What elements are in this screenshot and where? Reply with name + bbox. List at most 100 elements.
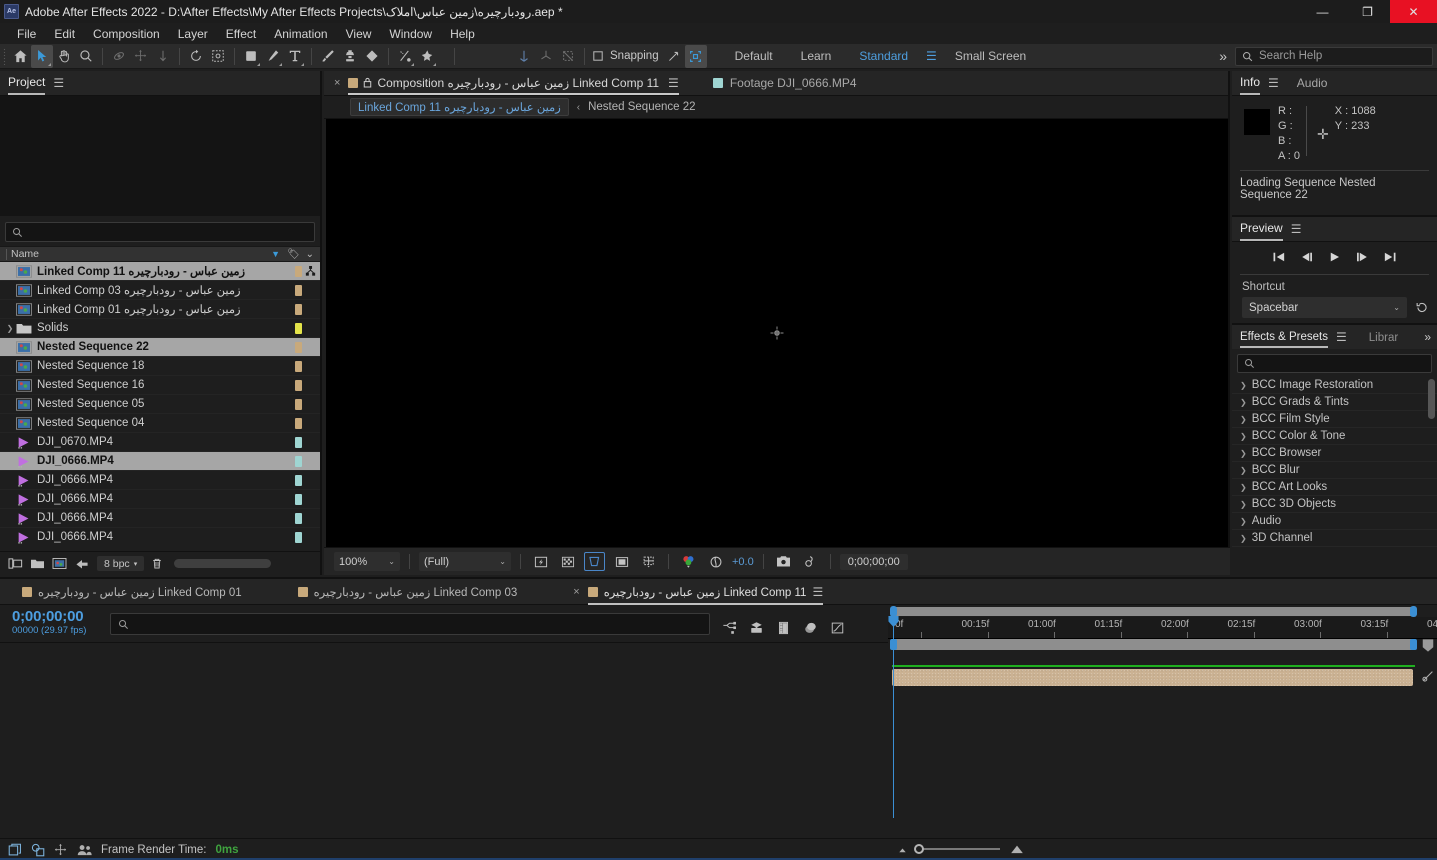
project-panel-menu-icon[interactable]: ☰ [53, 76, 64, 90]
exposure-value[interactable]: +0.0 [732, 556, 754, 568]
resolution-select[interactable]: (Full) ⌄ [419, 552, 511, 571]
frame-blending-icon[interactable] [803, 621, 818, 635]
column-name-label[interactable]: Name [11, 248, 39, 260]
timeline-zoom-slider[interactable] [914, 844, 1000, 854]
project-item-label-color[interactable] [295, 265, 302, 277]
project-item-row[interactable]: Nested Sequence 18 [0, 357, 320, 376]
menu-layer[interactable]: Layer [169, 25, 217, 43]
tab-effects-presets[interactable]: Effects & Presets [1240, 331, 1328, 348]
tab-composition[interactable]: Composition زمین عباس - رودبارچیره Linke… [348, 76, 679, 95]
guide-frame-icon[interactable] [684, 44, 707, 68]
project-item-label-color[interactable] [295, 322, 302, 334]
maximize-button[interactable]: ❐ [1345, 0, 1390, 23]
effects-category-row[interactable]: ❯ BCC Blur [1232, 462, 1437, 479]
project-item-label-color[interactable] [295, 379, 302, 391]
show-snapshot-icon[interactable] [800, 552, 821, 571]
project-item-row[interactable]: DJI_0666.MP4 [0, 528, 320, 546]
effects-category-row[interactable]: ❯* Animation Presets [1232, 547, 1437, 549]
sort-descending-icon[interactable]: ▼ [271, 249, 280, 259]
pen-tool-icon[interactable] [262, 45, 284, 68]
team-icon[interactable] [77, 843, 92, 857]
channel-selector-icon[interactable] [678, 552, 699, 571]
label-column-icon[interactable]: 🏷 [287, 249, 300, 260]
column-options-icon[interactable]: ⌄ [306, 249, 314, 260]
project-item-row[interactable]: زمین عباس - رودبارچیره Linked Comp 01 [0, 300, 320, 319]
timeline-current-time[interactable]: 0;00;00;00 [12, 608, 110, 625]
tab-preview[interactable]: Preview [1240, 221, 1283, 241]
timeline-layer-bar-track[interactable] [888, 653, 1437, 687]
effects-category-row[interactable]: ❯ BCC Art Looks [1232, 479, 1437, 496]
timeline-zoom-slider-knob[interactable] [914, 844, 924, 854]
eraser-tool-icon[interactable] [361, 45, 383, 68]
tab-audio[interactable]: Audio [1297, 76, 1328, 94]
workspace-learn[interactable]: Learn [787, 46, 846, 66]
zoom-out-timeline-icon[interactable] [896, 845, 909, 853]
workspace-small-screen[interactable]: Small Screen [941, 46, 1040, 66]
effects-overflow-icon[interactable]: » [1424, 330, 1437, 344]
puppet-pin-tool-icon[interactable] [416, 45, 438, 68]
timeline-search-input[interactable] [110, 613, 710, 635]
timeline-zoom-bar[interactable] [888, 605, 1437, 617]
project-item-row[interactable]: DJI_0666.MP4 [0, 452, 320, 471]
new-folder-icon[interactable] [30, 557, 45, 570]
play-icon[interactable] [1328, 251, 1341, 263]
tab-project[interactable]: Project [8, 75, 46, 95]
composition-panel-menu-icon[interactable]: ☰ [668, 76, 679, 90]
transform-icon[interactable] [54, 843, 68, 857]
snap-expand-icon[interactable] [663, 45, 685, 68]
effects-category-row[interactable]: ❯ 3D Channel [1232, 530, 1437, 547]
nested-usage-icon[interactable] [305, 265, 316, 277]
project-item-label-color[interactable] [295, 398, 302, 410]
work-area-track[interactable] [892, 639, 1415, 650]
project-item-label-color[interactable] [295, 284, 302, 296]
project-settings-icon[interactable] [74, 557, 90, 570]
project-item-row[interactable]: زمین عباس - رودبارچیره Linked Comp 11 [0, 262, 320, 281]
category-twirl-icon[interactable]: ❯ [1240, 500, 1247, 509]
comp-timecode-display[interactable]: 0;00;00;00 [839, 553, 908, 570]
info-panel-menu-icon[interactable]: ☰ [1268, 76, 1279, 90]
project-item-label-color[interactable] [295, 493, 302, 505]
delete-icon[interactable] [151, 557, 163, 570]
next-frame-icon[interactable] [1355, 251, 1369, 263]
project-horizontal-scrollbar[interactable] [174, 559, 272, 568]
project-search-input[interactable] [5, 222, 315, 242]
3d-local-axis-icon[interactable] [535, 45, 557, 68]
search-help-field[interactable]: Search Help [1235, 46, 1433, 66]
close-button[interactable]: ✕ [1390, 0, 1437, 23]
breadcrumb-current[interactable]: زمین عباس - رودبارچیره Linked Comp 11 [350, 98, 569, 116]
reset-shortcut-icon[interactable] [1415, 301, 1429, 314]
timeline-panel-menu-icon[interactable]: ☰ [812, 585, 823, 599]
project-item-list[interactable]: زمین عباس - رودبارچیره Linked Comp 11 زمی… [0, 262, 320, 546]
composition-viewer-stage[interactable] [326, 119, 1228, 547]
rotation-tool-icon[interactable] [185, 45, 207, 68]
project-item-row[interactable]: DJI_0666.MP4 [0, 490, 320, 509]
interpret-footage-icon[interactable] [8, 557, 23, 570]
roto-brush-tool-icon[interactable] [394, 45, 416, 68]
folder-twirl-icon[interactable]: ❯ [4, 324, 16, 333]
effects-category-row[interactable]: ❯ Audio [1232, 513, 1437, 530]
timeline-playhead-handle[interactable] [888, 616, 899, 627]
menu-file[interactable]: File [8, 25, 45, 43]
show-masks-icon[interactable] [611, 552, 632, 571]
project-item-row[interactable]: Nested Sequence 22 [0, 338, 320, 357]
toggle-transparency-icon[interactable] [638, 552, 659, 571]
menu-help[interactable]: Help [441, 25, 484, 43]
project-item-row[interactable]: Nested Sequence 16 [0, 376, 320, 395]
timeline-tab[interactable]: زمین عباس - رودبارچیره Linked Comp 01 [22, 585, 258, 599]
exposure-icon[interactable] [705, 552, 726, 571]
project-item-row[interactable]: Nested Sequence 04 [0, 414, 320, 433]
timeline-time-box[interactable]: 0;00;00;00 00000 (29.97 fps) [0, 605, 110, 642]
effects-category-row[interactable]: ❯ BCC Film Style [1232, 411, 1437, 428]
project-item-row[interactable]: DJI_0666.MP4 [0, 471, 320, 490]
render-queue-icon[interactable] [8, 843, 22, 857]
transparency-grid-icon[interactable] [557, 552, 578, 571]
type-tool-icon[interactable] [284, 45, 306, 68]
effects-category-row[interactable]: ❯ BCC Image Restoration [1232, 377, 1437, 394]
hide-shy-layers-icon[interactable] [776, 621, 791, 635]
effects-search-input[interactable] [1237, 354, 1432, 373]
project-item-label-color[interactable] [295, 417, 302, 429]
bit-depth-button[interactable]: 8 bpc ▾ [97, 556, 145, 571]
3d-axis-mode-icon[interactable] [513, 45, 535, 68]
graph-editor-icon[interactable] [830, 621, 845, 635]
project-item-label-color[interactable] [295, 341, 302, 353]
